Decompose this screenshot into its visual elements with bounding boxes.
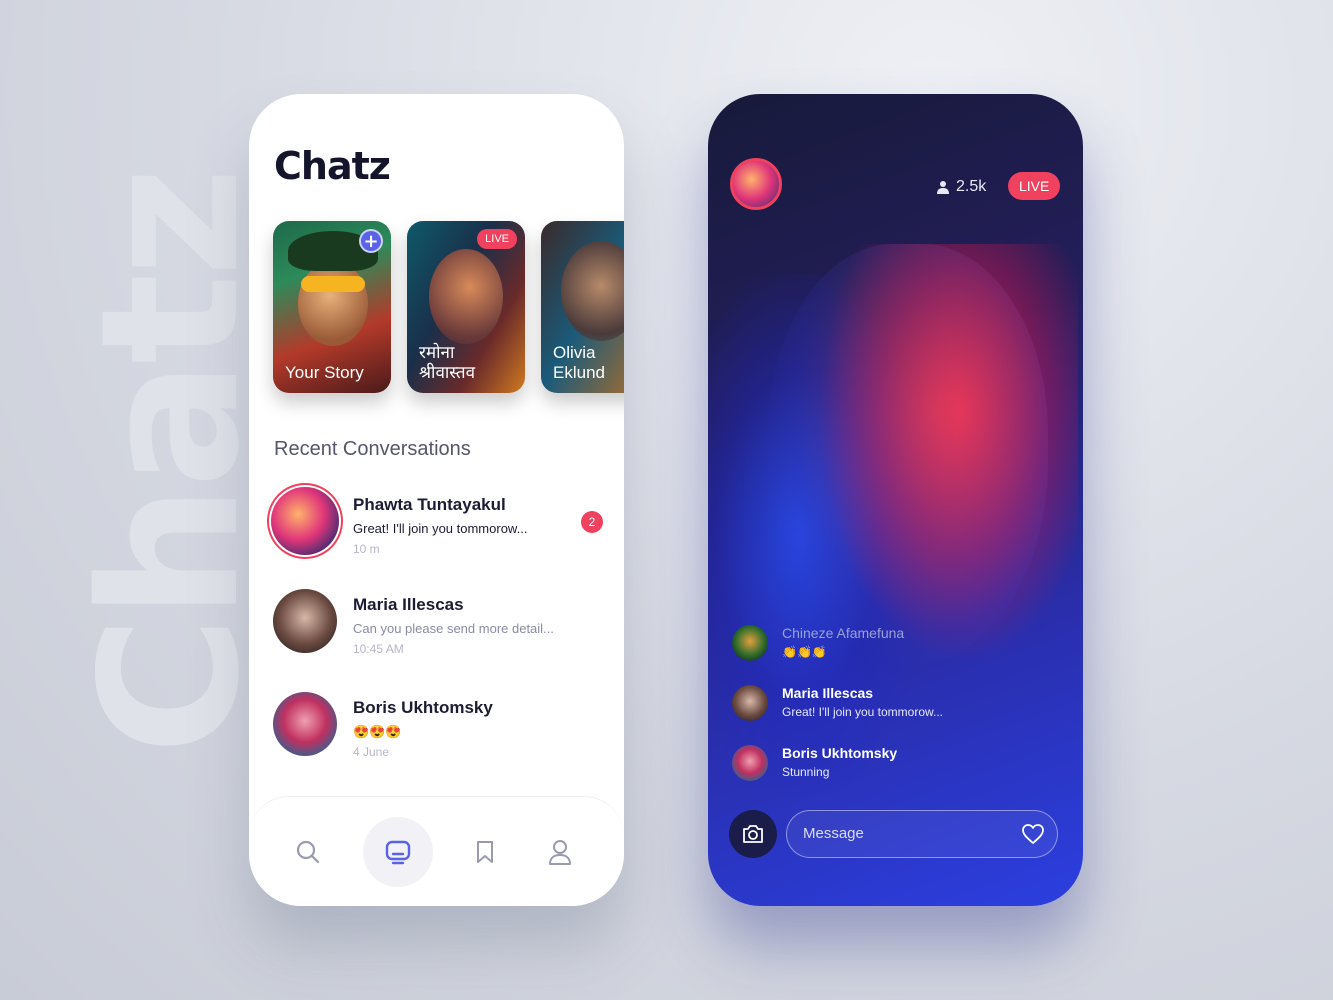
contact-name: Maria Illescas: [353, 595, 464, 614]
viewer-icon: [937, 181, 949, 194]
app-title: Chatz: [274, 144, 391, 188]
stream-video: [768, 244, 1048, 664]
message-placeholder: Message: [803, 825, 864, 842]
streamer-avatar[interactable]: [730, 158, 782, 210]
comment-author: Chineze Afamefuna: [782, 625, 905, 641]
avatar: [732, 625, 768, 661]
conversation-item[interactable]: Maria Illescas Can you please send more …: [273, 589, 603, 659]
avatar: [273, 589, 337, 653]
story-your-story[interactable]: + Your Story: [273, 221, 391, 393]
chat-icon[interactable]: [363, 817, 433, 887]
live-comment: Boris Ukhtomsky Stunning: [732, 745, 1052, 795]
story-olivia[interactable]: Olivia Eklund: [541, 221, 624, 393]
message-preview: 😍😍😍: [353, 724, 402, 739]
conversation-item[interactable]: Phawta Tuntayakul Great! I'll join you t…: [271, 487, 603, 559]
chat-list-screen: Chatz + Your Story LIVE रमोना श्रीवास्तव…: [249, 94, 624, 906]
message-time: 10:45 AM: [353, 642, 404, 656]
viewer-count-value: 2.5k: [956, 178, 987, 195]
bookmark-icon[interactable]: [450, 817, 520, 887]
live-comment: Chineze Afamefuna 👏👏👏: [732, 625, 1052, 675]
message-time: 10 m: [353, 542, 380, 556]
comment-text: Stunning: [782, 765, 830, 779]
viewer-count: 2.5k: [936, 178, 986, 196]
avatar: [732, 685, 768, 721]
profile-icon[interactable]: [525, 817, 595, 887]
live-badge: LIVE: [1008, 172, 1061, 200]
camera-icon: [743, 825, 763, 843]
sunglasses-shape: [301, 276, 365, 292]
avatar: [271, 487, 339, 555]
story-label: Your Story: [285, 363, 364, 382]
conversation-item[interactable]: Boris Ukhtomsky 😍😍😍 4 June: [273, 692, 603, 762]
live-stream-screen: 2.5k LIVE Chineze Afamefuna 👏👏👏 Maria Il…: [708, 94, 1083, 906]
heart-icon[interactable]: [1021, 823, 1045, 845]
story-label: रमोना श्रीवास्तव: [419, 343, 476, 382]
bottom-nav: [249, 796, 624, 906]
story-label: Olivia Eklund: [553, 343, 605, 382]
stories-row: + Your Story LIVE रमोना श्रीवास्तव Olivi…: [273, 221, 624, 393]
contact-name: Boris Ukhtomsky: [353, 698, 493, 717]
message-preview: Great! I'll join you tommorow...: [353, 521, 528, 536]
camera-button[interactable]: [729, 810, 777, 858]
message-preview: Can you please send more detail...: [353, 621, 554, 636]
comment-author: Boris Ukhtomsky: [782, 745, 898, 761]
avatar: [273, 692, 337, 756]
contact-name: Phawta Tuntayakul: [353, 495, 506, 514]
search-icon[interactable]: [273, 817, 343, 887]
live-comment: Maria Illescas Great! I'll join you tomm…: [732, 685, 1052, 735]
comment-text: 👏👏👏: [782, 645, 827, 659]
message-input[interactable]: Message: [786, 810, 1058, 858]
story-live[interactable]: LIVE रमोना श्रीवास्तव: [407, 221, 525, 393]
comment-text: Great! I'll join you tommorow...: [782, 705, 944, 719]
section-title: Recent Conversations: [274, 438, 471, 460]
message-time: 4 June: [353, 745, 390, 759]
live-badge: LIVE: [477, 229, 517, 249]
add-story-button[interactable]: +: [359, 229, 383, 253]
comment-author: Maria Illescas: [782, 685, 874, 701]
unread-badge: 2: [581, 511, 603, 533]
avatar: [732, 745, 768, 781]
